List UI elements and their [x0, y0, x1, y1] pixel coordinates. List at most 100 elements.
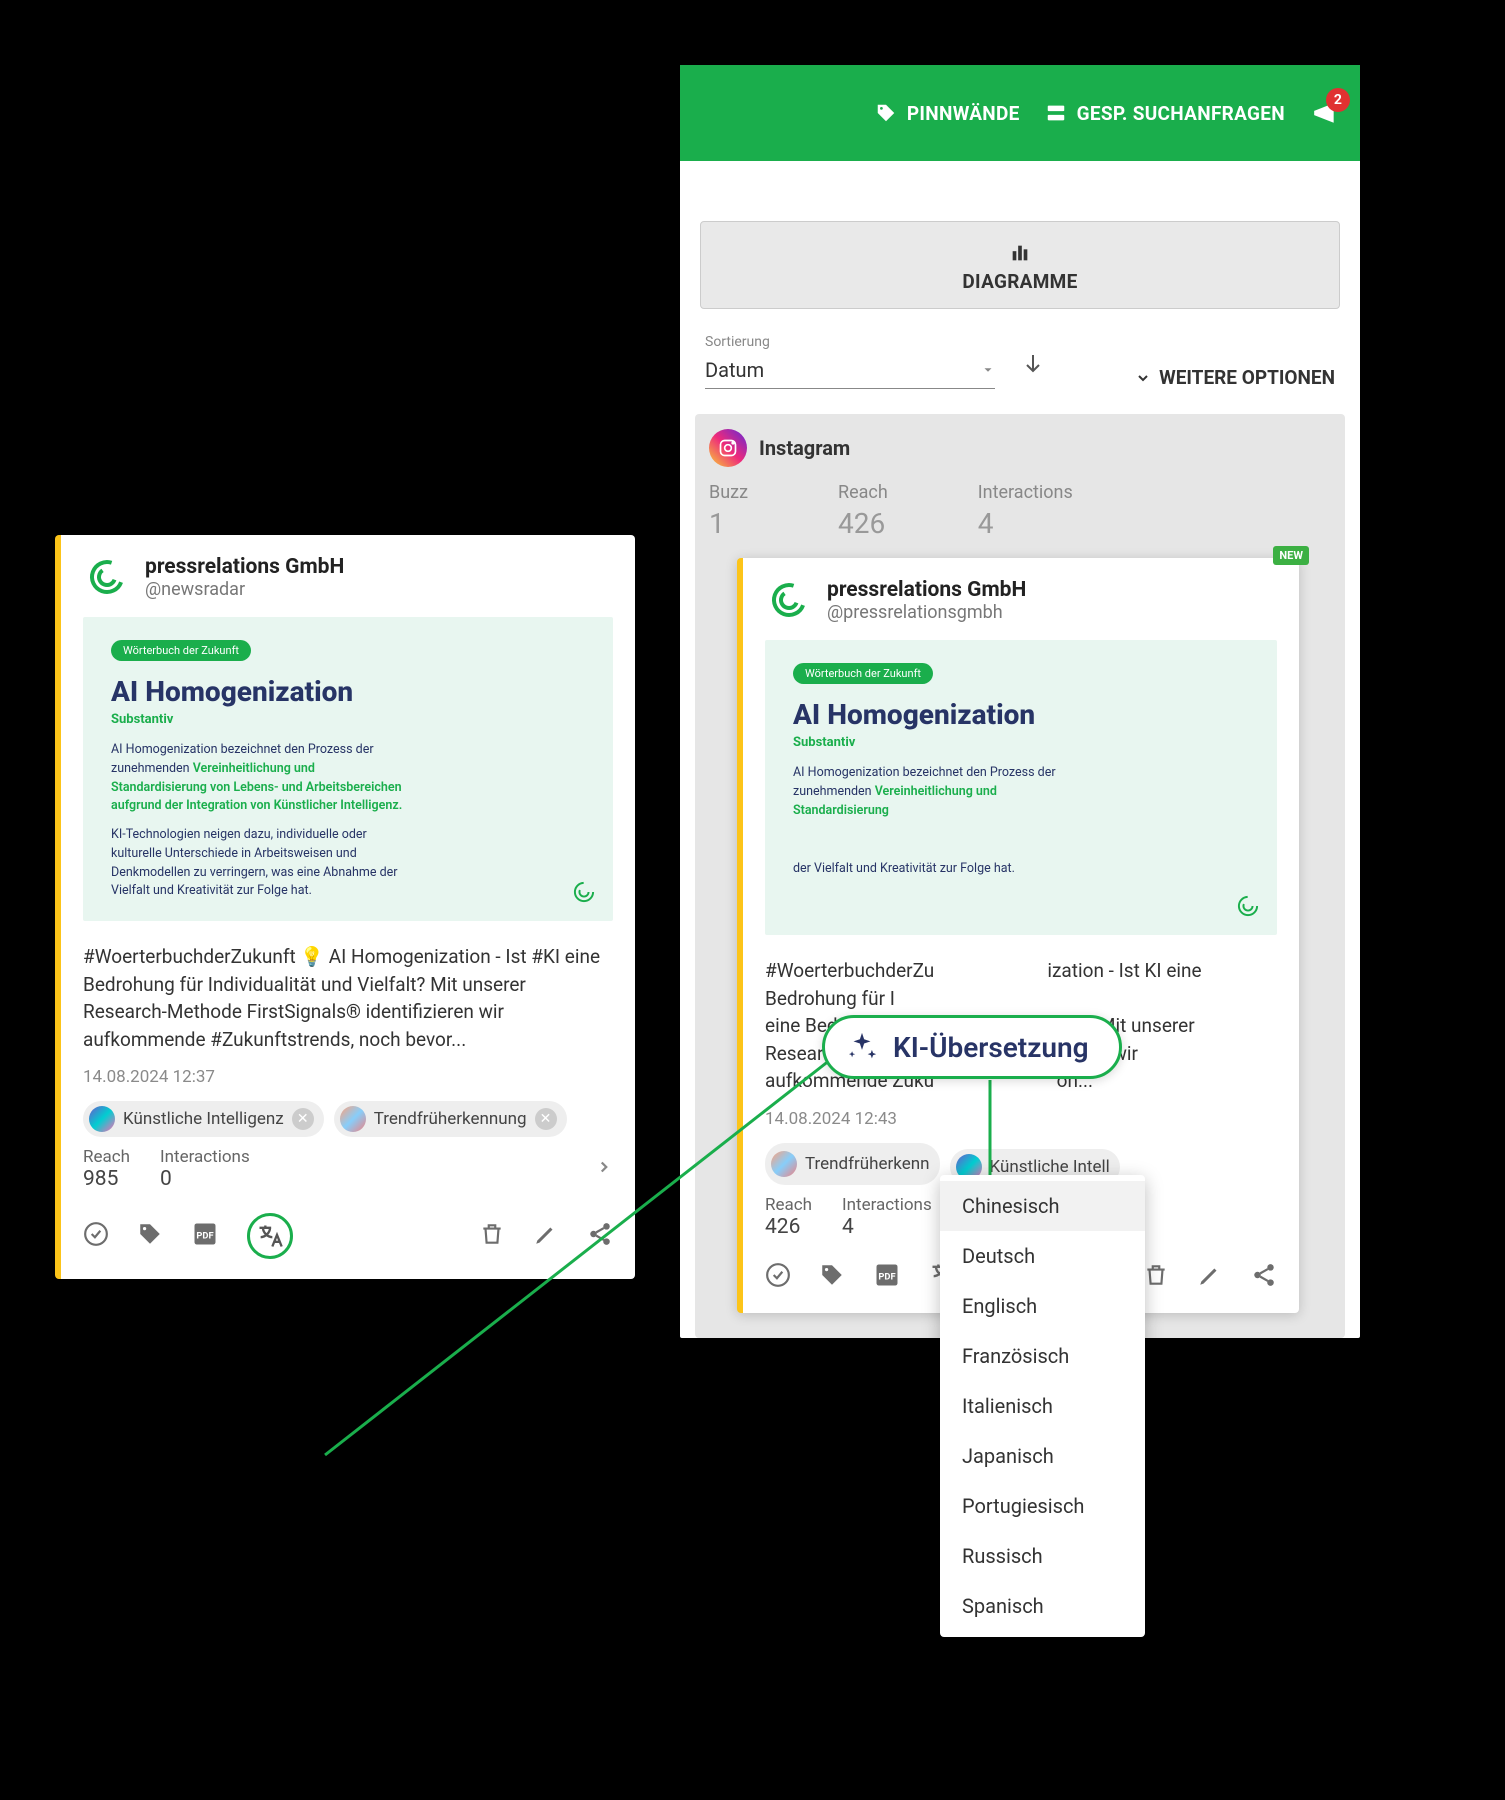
remove-tag-icon[interactable]: ✕: [535, 1108, 557, 1130]
stat-label: Reach: [838, 482, 888, 503]
sort-direction-button[interactable]: [1015, 341, 1051, 389]
author-name[interactable]: pressrelations GmbH: [145, 555, 344, 579]
language-option[interactable]: Spanisch: [940, 1581, 1145, 1631]
language-option[interactable]: Französisch: [940, 1331, 1145, 1381]
tag-label: Künstliche Intelligenz: [123, 1109, 284, 1129]
diagrams-label: DIAGRAMME: [962, 270, 1077, 293]
tag-list: Künstliche Intelligenz ✕ Trendfrüherkenn…: [61, 1101, 635, 1137]
preview-pill: Wörterbuch der Zukunft: [111, 640, 251, 661]
pdf-icon[interactable]: PDF: [873, 1261, 901, 1293]
right-panel: PINNWÄNDE GESP. SUCHANFRAGEN 2 DIAGRAMME…: [680, 65, 1360, 1338]
author-handle[interactable]: @newsradar: [145, 579, 344, 600]
diagrams-button[interactable]: DIAGRAMME: [700, 221, 1340, 309]
reach-value: 426: [765, 1215, 812, 1239]
post-preview: Wörterbuch der Zukunft AI Homogenization…: [83, 617, 613, 921]
preview-pos: Substantiv: [111, 712, 585, 727]
language-option[interactable]: Japanisch: [940, 1431, 1145, 1481]
reach-label: Reach: [83, 1147, 130, 1167]
preview-desc2: KI-Technologien neigen dazu, individuell…: [111, 826, 411, 901]
sort-label: Sortierung: [705, 334, 995, 350]
stat-label: Buzz: [709, 482, 748, 503]
stat-value: 4: [978, 507, 1073, 540]
avatar: [765, 576, 813, 624]
timestamp: 14.08.2024 12:37: [61, 1053, 635, 1101]
saved-searches-label: GESP. SUCHANFRAGEN: [1077, 102, 1285, 125]
preview-title: AI Homogenization: [111, 675, 585, 708]
more-options-button[interactable]: WEITERE OPTIONEN: [1135, 366, 1335, 389]
notifications-count: 2: [1326, 88, 1350, 112]
tag-chip[interactable]: Trendfrüherkennung ✕: [334, 1101, 567, 1137]
language-option[interactable]: Italienisch: [940, 1381, 1145, 1431]
language-option[interactable]: Englisch: [940, 1281, 1145, 1331]
stat-label: Interactions: [978, 482, 1073, 503]
author-handle[interactable]: @pressrelationsgmbh: [827, 602, 1026, 623]
chevron-right-icon[interactable]: [595, 1158, 613, 1181]
post-card-left: pressrelations GmbH @newsradar Wörterbuc…: [55, 535, 635, 1279]
edit-icon[interactable]: [533, 1221, 559, 1251]
remove-tag-icon[interactable]: ✕: [292, 1108, 314, 1130]
post-text: #WoerterbuchderZukunft 💡 AI Homogenizati…: [61, 935, 635, 1053]
pdf-icon[interactable]: PDF: [191, 1220, 219, 1252]
brand-mark-icon: [571, 879, 597, 909]
tag-icon[interactable]: [819, 1262, 845, 1292]
saved-searches-link[interactable]: GESP. SUCHANFRAGEN: [1045, 102, 1285, 125]
metrics-row: Reach 985 Interactions 0: [61, 1137, 635, 1191]
post-preview: Wörterbuch der Zukunft AI Homogenization…: [765, 640, 1277, 935]
callout-label: KI-Übersetzung: [893, 1031, 1089, 1064]
share-icon[interactable]: [587, 1221, 613, 1251]
chevron-down-icon: [981, 363, 995, 377]
svg-text:PDF: PDF: [878, 1271, 895, 1282]
translate-icon[interactable]: [247, 1213, 293, 1259]
preview-desc2: der Vielfalt und Kreativität zur Folge h…: [793, 860, 1093, 879]
avatar: [83, 553, 131, 601]
sort-row: Sortierung Datum WEITERE OPTIONEN: [680, 334, 1360, 389]
preview-desc1: AI Homogenization bezeichnet den Prozess…: [793, 764, 1093, 820]
check-circle-icon[interactable]: [765, 1262, 791, 1292]
check-circle-icon[interactable]: [83, 1221, 109, 1251]
tag-chip[interactable]: Künstliche Intelligenz ✕: [83, 1101, 324, 1137]
translate-callout: KI-Übersetzung: [822, 1015, 1122, 1079]
svg-text:PDF: PDF: [196, 1231, 213, 1242]
instagram-icon: [709, 429, 747, 467]
preview-title: AI Homogenization: [793, 698, 1249, 731]
reach-value: 985: [83, 1167, 130, 1191]
author-name[interactable]: pressrelations GmbH: [827, 578, 1026, 602]
tag-chip[interactable]: Trendfrüherkenn: [765, 1143, 940, 1185]
post-header: pressrelations GmbH @newsradar: [61, 535, 635, 607]
preview-desc1: AI Homogenization bezeichnet den Prozess…: [111, 741, 411, 816]
interactions-value: 4: [842, 1215, 932, 1239]
interactions-label: Interactions: [842, 1195, 932, 1215]
new-badge: NEW: [1273, 546, 1309, 565]
trash-icon[interactable]: [479, 1221, 505, 1251]
trash-icon[interactable]: [1143, 1262, 1169, 1292]
tag-icon: [771, 1151, 797, 1177]
stat-value: 426: [838, 507, 888, 540]
language-option[interactable]: Portugiesisch: [940, 1481, 1145, 1531]
pinboards-label: PINNWÄNDE: [907, 102, 1020, 125]
reach-label: Reach: [765, 1195, 812, 1215]
language-menu: Chinesisch Deutsch Englisch Französisch …: [940, 1175, 1145, 1637]
action-row: PDF: [61, 1191, 635, 1279]
sort-value: Datum: [705, 358, 764, 382]
sparkle-icon: [845, 1030, 879, 1064]
source-name: Instagram: [759, 436, 850, 460]
edit-icon[interactable]: [1197, 1262, 1223, 1292]
pinboards-link[interactable]: PINNWÄNDE: [875, 102, 1020, 125]
language-option[interactable]: Russisch: [940, 1531, 1145, 1581]
tag-label: Trendfrüherkenn: [805, 1154, 930, 1174]
tag-label: Trendfrüherkennung: [374, 1109, 527, 1129]
share-icon[interactable]: [1251, 1262, 1277, 1292]
sort-select[interactable]: Sortierung Datum: [705, 334, 995, 389]
language-option[interactable]: Chinesisch: [940, 1181, 1145, 1231]
preview-pill: Wörterbuch der Zukunft: [793, 663, 933, 684]
tag-icon: [89, 1106, 115, 1132]
timestamp: 14.08.2024 12:43: [743, 1095, 1299, 1143]
topbar: PINNWÄNDE GESP. SUCHANFRAGEN 2: [680, 65, 1360, 161]
tag-icon[interactable]: [137, 1221, 163, 1251]
more-options-label: WEITERE OPTIONEN: [1159, 366, 1335, 389]
brand-mark-icon: [1235, 893, 1261, 923]
tag-label: Künstliche Intell: [990, 1157, 1110, 1177]
notifications-icon[interactable]: 2: [1310, 100, 1340, 126]
language-option[interactable]: Deutsch: [940, 1231, 1145, 1281]
stat-value: 1: [709, 507, 748, 540]
